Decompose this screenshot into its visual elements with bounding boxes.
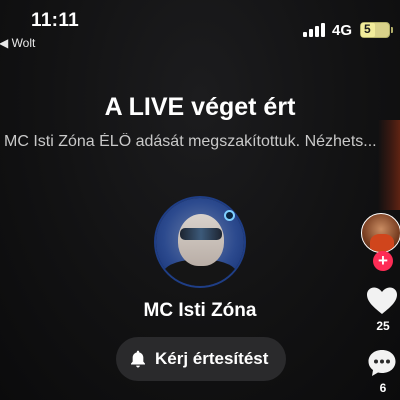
avatar-glasses (180, 228, 222, 240)
like-count: 25 (376, 319, 390, 333)
status-bar: 11:11 ◀ Wolt 4G 5 (0, 0, 400, 50)
heart-icon[interactable] (366, 286, 398, 316)
notify-label: Kérj értesítést (155, 349, 269, 368)
live-ended-title: A LIVE véget ért (104, 93, 296, 121)
network-type: 4G (332, 22, 353, 39)
avatar-head (178, 214, 224, 266)
request-notification-button[interactable]: Kérj értesítést (116, 337, 286, 381)
comment-count: 6 (379, 381, 387, 395)
signal-icon (303, 23, 327, 37)
live-ring-icon (224, 210, 235, 221)
bell-icon (131, 350, 145, 368)
battery-icon: 5 (360, 22, 390, 38)
back-to-app-link[interactable]: ◀ Wolt (0, 36, 35, 50)
status-time: 11:11 (31, 10, 79, 31)
live-ended-subtitle: MC Isti Zóna ÉLŐ adását megszakítottuk. … (4, 133, 377, 150)
battery-level-text: 5 (364, 22, 371, 36)
creator-avatar[interactable] (361, 213, 400, 253)
plus-icon[interactable]: + (373, 251, 393, 271)
battery-cap (391, 27, 393, 33)
host-username[interactable]: MC Isti Zóna (0, 300, 400, 322)
comment-icon[interactable] (367, 348, 397, 378)
